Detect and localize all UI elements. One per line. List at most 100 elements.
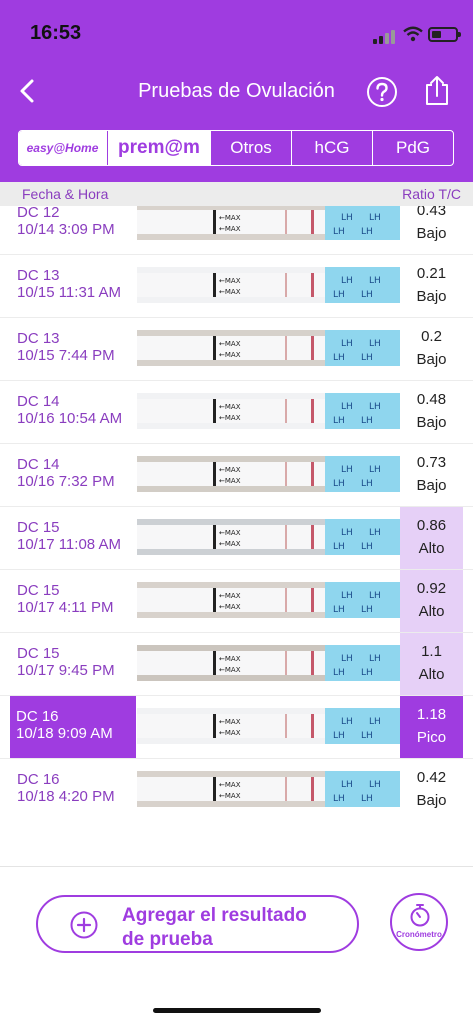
row-date-info: DC 14 10/16 10:54 AM [0,381,136,443]
strip-photo: ←MAX ←MAX LH LH LH LH [137,771,400,807]
test-row[interactable]: DC 12 10/14 3:09 PM ←MAX ←MAX LH LH LH LH 0.43 Ba… [0,206,473,255]
cycle-day: DC 15 [17,582,60,599]
svg-text:LH: LH [361,227,373,237]
svg-text:LH: LH [341,591,353,601]
page-title: Pruebas de Ovulación [138,80,335,102]
svg-text:LH: LH [369,654,381,664]
strip-photo: ←MAX ←MAX LH LH LH LH [137,645,400,681]
test-row[interactable]: DC 13 10/15 11:31 AM ←MAX ←MAX LH LH LH LH 0.21 B… [0,255,473,318]
test-datetime: 10/18 9:09 AM [16,725,113,742]
svg-text:LH: LH [341,339,353,349]
strip-photo: ←MAX ←MAX LH LH LH LH [137,456,400,492]
svg-text:LH: LH [341,528,353,538]
test-strip-image: ←MAX ←MAX LH LH LH LH [137,771,400,807]
row-date-info: DC 16 10/18 4:20 PM [0,759,136,818]
test-datetime: 10/14 3:09 PM [17,221,115,238]
strip-photo: ←MAX ←MAX LH LH LH LH [137,582,400,618]
svg-text:LH: LH [361,353,373,363]
add-test-result-label: Agregar el resultado de prueba [122,905,307,950]
test-datetime: 10/15 7:44 PM [17,347,115,364]
column-ratio: Ratio T/C [402,186,461,202]
test-strip-image: ←MAX ←MAX LH LH LH LH [137,645,400,681]
test-strip-image: ←MAX ←MAX LH LH LH LH [137,456,400,492]
add-test-result-button[interactable]: Agregar el resultado de prueba [36,895,359,953]
row-date-info: DC 15 10/17 9:45 PM [0,633,136,695]
tab-easy-at-home[interactable]: easy@Home [19,131,107,165]
ratio-value: 0.42 [416,769,447,786]
svg-text:←MAX: ←MAX [219,655,241,663]
tab-pdg[interactable]: PdG [373,131,453,165]
svg-text:LH: LH [333,605,345,615]
svg-text:LH: LH [369,276,381,286]
ratio-cell: 0.42 Bajo [400,759,463,818]
svg-text:LH: LH [341,465,353,475]
svg-text:LH: LH [341,717,353,727]
tab-hcg[interactable]: hCG [292,131,373,165]
svg-text:LH: LH [361,416,373,426]
test-row[interactable]: DC 16 10/18 4:20 PM ←MAX ←MAX LH LH LH LH 0.42 Ba… [0,759,473,818]
test-row[interactable]: DC 15 10/17 9:45 PM ←MAX ←MAX LH LH LH LH 1.1 Alt… [0,633,473,696]
help-icon[interactable] [366,76,398,108]
ratio-level: Bajo [416,225,447,242]
svg-text:←MAX: ←MAX [219,666,241,674]
test-row[interactable]: DC 16 10/18 9:09 AM ←MAX ←MAX LH LH LH LH 1.18 Pi… [0,696,473,759]
svg-text:LH: LH [333,353,345,363]
row-date-info: DC 13 10/15 11:31 AM [0,255,136,317]
status-bar: 16:53 [0,0,473,70]
svg-text:←MAX: ←MAX [219,603,241,611]
ratio-cell: 0.73 Bajo [400,444,463,506]
test-strip-image: ←MAX ←MAX LH LH LH LH [137,582,400,618]
test-row[interactable]: DC 15 10/17 11:08 AM ←MAX ←MAX LH LH LH LH 0.86 A… [0,507,473,570]
svg-text:←MAX: ←MAX [219,477,241,485]
svg-text:LH: LH [369,465,381,475]
column-header: Fecha & Hora Ratio T/C [0,182,473,206]
svg-text:←MAX: ←MAX [219,466,241,474]
ratio-cell: 0.2 Bajo [400,318,463,380]
svg-text:←MAX: ←MAX [219,781,241,789]
ratio-value: 0.86 [416,517,447,534]
test-row[interactable]: DC 14 10/16 10:54 AM ←MAX ←MAX LH LH LH LH 0.48 B… [0,381,473,444]
ratio-level: Bajo [416,351,447,368]
cellular-signal-icon [373,28,399,44]
svg-text:LH: LH [341,213,353,223]
svg-text:←MAX: ←MAX [219,592,241,600]
svg-text:←MAX: ←MAX [219,718,241,726]
test-datetime: 10/17 9:45 PM [17,662,115,679]
svg-text:←MAX: ←MAX [219,792,241,800]
svg-text:←MAX: ←MAX [219,225,241,233]
tab-premom[interactable]: prem@m [107,131,211,165]
share-icon[interactable] [422,74,452,106]
ratio-cell: 1.18 Pico [400,696,463,758]
svg-text:LH: LH [341,654,353,664]
svg-text:LH: LH [341,276,353,286]
svg-text:LH: LH [369,717,381,727]
ratio-level: Bajo [416,288,447,305]
timer-button[interactable]: Cronómetro [390,893,448,951]
column-date-time: Fecha & Hora [22,186,109,202]
cycle-day: DC 13 [17,267,60,284]
test-strip-image: ←MAX ←MAX LH LH LH LH [137,393,400,429]
svg-text:LH: LH [369,213,381,223]
test-list: DC 12 10/14 3:09 PM ←MAX ←MAX LH LH LH LH 0.43 Ba… [0,206,473,818]
svg-text:LH: LH [333,542,345,552]
battery-icon [428,27,461,42]
strip-photo: ←MAX ←MAX LH LH LH LH [137,519,400,555]
test-row[interactable]: DC 15 10/17 4:11 PM ←MAX ←MAX LH LH LH LH 0.92 Al… [0,570,473,633]
ratio-level: Alto [418,666,445,683]
cycle-day: DC 15 [17,519,60,536]
svg-text:LH: LH [333,479,345,489]
app-header: 16:53 Pruebas de Ovulación easy@Home pre… [0,0,473,182]
test-datetime: 10/16 7:32 PM [17,473,115,490]
row-date-info: DC 15 10/17 11:08 AM [0,507,136,569]
test-row[interactable]: DC 13 10/15 7:44 PM ←MAX ←MAX LH LH LH LH 0.2 Baj… [0,318,473,381]
svg-text:LH: LH [333,794,345,804]
strip-photo: ←MAX ←MAX LH LH LH LH [137,330,400,366]
home-indicator [153,1008,321,1013]
ratio-cell: 0.43 Bajo [400,206,463,254]
ratio-cell: 1.1 Alto [400,633,463,695]
test-row[interactable]: DC 14 10/16 7:32 PM ←MAX ←MAX LH LH LH LH 0.73 Ba… [0,444,473,507]
svg-text:←MAX: ←MAX [219,214,241,222]
svg-text:LH: LH [361,479,373,489]
tab-otros[interactable]: Otros [211,131,292,165]
test-strip-image: ←MAX ←MAX LH LH LH LH [137,519,400,555]
